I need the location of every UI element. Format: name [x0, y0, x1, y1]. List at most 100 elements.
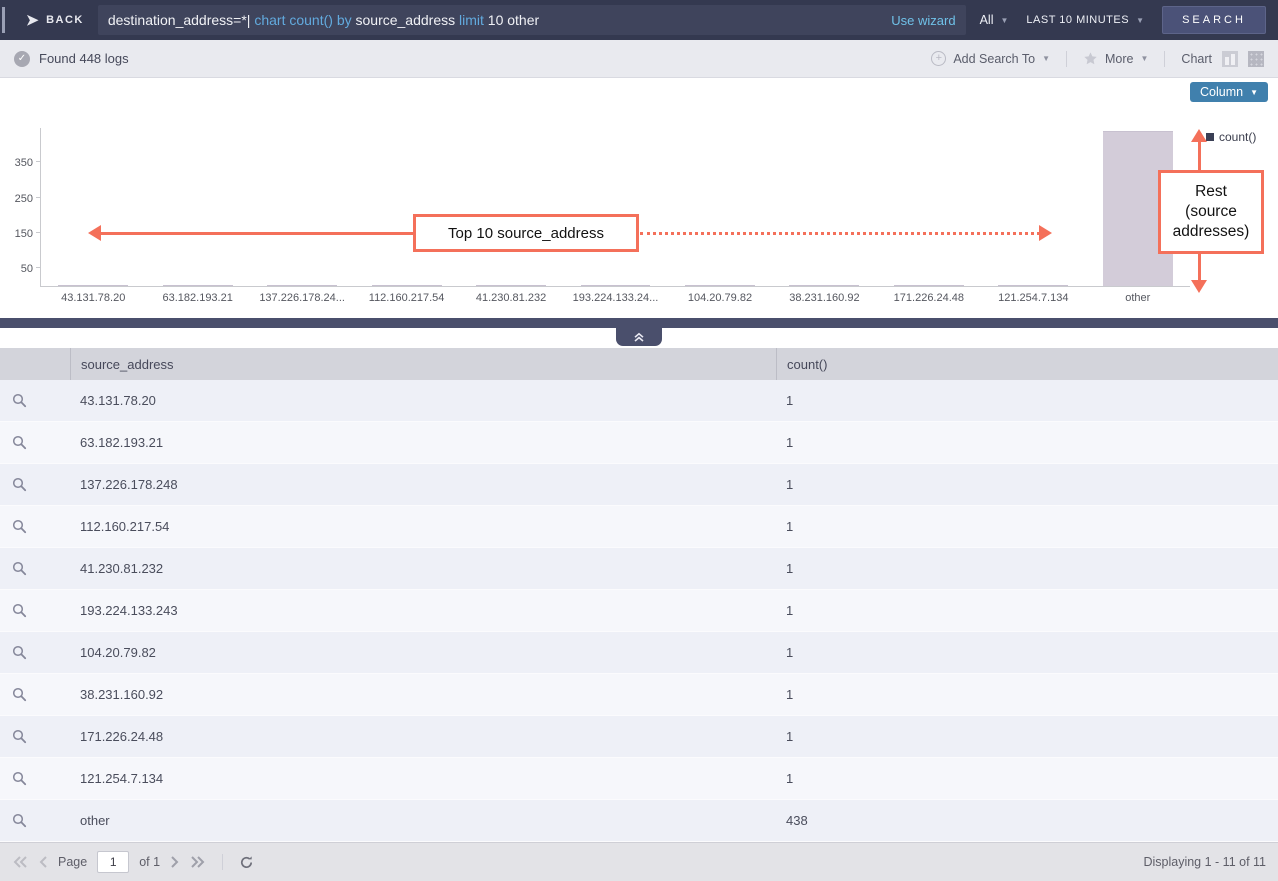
annotation-vline-up: [1198, 140, 1201, 170]
search-button[interactable]: SEARCH: [1162, 6, 1266, 34]
grid-view-icon[interactable]: [1248, 51, 1264, 67]
bar-112.160.217.54[interactable]: [372, 285, 442, 286]
row-search-icon[interactable]: [0, 519, 70, 534]
annotation-rest-label: Rest (source addresses): [1173, 182, 1250, 242]
chart-slot: 43.131.78.20: [41, 128, 145, 286]
divider: [1164, 51, 1165, 67]
chart-type-dropdown[interactable]: Column ▼: [1190, 82, 1268, 102]
add-search-to-dropdown[interactable]: + Add Search To ▼: [931, 51, 1050, 66]
of-pages-label: of 1: [139, 855, 160, 869]
double-chevron-up-icon: [633, 332, 645, 342]
cell-count: 1: [776, 477, 1278, 492]
row-search-icon[interactable]: [0, 729, 70, 744]
status-bar: ✓ Found 448 logs + Add Search To ▼ More …: [0, 40, 1278, 78]
time-range-label: LAST 10 MINUTES: [1026, 14, 1129, 26]
row-search-icon[interactable]: [0, 687, 70, 702]
cell-count: 1: [776, 771, 1278, 786]
cell-count: 1: [776, 393, 1278, 408]
row-search-icon[interactable]: [0, 603, 70, 618]
last-page-button[interactable]: [190, 855, 206, 869]
arrowhead-down-icon: [1191, 280, 1207, 293]
y-tick-label: 150: [1, 228, 33, 240]
bar-121.254.7.134[interactable]: [998, 285, 1068, 286]
row-search-icon[interactable]: [0, 771, 70, 786]
chart-slot: 137.226.178.24...: [250, 128, 354, 286]
bar-137.226.178.248[interactable]: [267, 285, 337, 286]
search-input[interactable]: destination_address=*| chart count() by …: [98, 5, 966, 35]
cell-count: 1: [776, 435, 1278, 450]
bar-41.230.81.232[interactable]: [476, 285, 546, 286]
chart-slot: 104.20.79.82: [668, 128, 772, 286]
table-row: 193.224.133.2431: [0, 590, 1278, 632]
bar-104.20.79.82[interactable]: [685, 285, 755, 286]
chart-slot: 63.182.193.21: [145, 128, 249, 286]
cell-source-address: 112.160.217.54: [70, 519, 776, 534]
collapse-chart-button[interactable]: [616, 328, 662, 346]
bar-43.131.78.20[interactable]: [58, 285, 128, 286]
bar-193.224.133.243[interactable]: [581, 285, 651, 286]
cell-source-address: 137.226.178.248: [70, 477, 776, 492]
row-search-icon[interactable]: [0, 477, 70, 492]
table-row: 43.131.78.201: [0, 380, 1278, 422]
cell-count: 1: [776, 561, 1278, 576]
check-icon: ✓: [14, 51, 30, 67]
cell-source-address: 104.20.79.82: [70, 645, 776, 660]
more-dropdown[interactable]: More ▼: [1083, 51, 1148, 66]
back-button[interactable]: ➤︎ BACK: [0, 13, 98, 28]
scope-dropdown[interactable]: All ▼: [980, 13, 1009, 27]
bar-38.231.160.92[interactable]: [789, 285, 859, 286]
scope-label: All: [980, 13, 994, 27]
first-page-button[interactable]: [12, 855, 28, 869]
cell-count: 438: [776, 813, 1278, 828]
table-row: 63.182.193.211: [0, 422, 1278, 464]
cell-count: 1: [776, 729, 1278, 744]
bar-chart: 50150250350 43.131.78.2063.182.193.21137…: [40, 128, 1190, 287]
header-source-address[interactable]: source_address: [70, 348, 776, 380]
divider: [222, 854, 223, 870]
displaying-label: Displaying 1 - 11 of 11: [1143, 855, 1266, 869]
page-number-input[interactable]: [97, 851, 129, 873]
row-search-icon[interactable]: [0, 561, 70, 576]
use-wizard-link[interactable]: Use wizard: [891, 13, 955, 28]
row-search-icon[interactable]: [0, 393, 70, 408]
chart-legend: count(): [1206, 130, 1256, 144]
row-search-icon[interactable]: [0, 813, 70, 828]
annotation-rest-box: Rest (source addresses): [1158, 170, 1264, 254]
back-arrow-icon: ➤︎: [26, 13, 40, 28]
chevron-down-icon: ▼: [1141, 54, 1149, 63]
chart-view-icon[interactable]: [1222, 51, 1238, 67]
next-page-button[interactable]: [170, 855, 180, 869]
arrowhead-right-icon: [1039, 225, 1052, 241]
divider-bar[interactable]: [0, 318, 1278, 328]
chart-slot: 38.231.160.92: [772, 128, 876, 286]
back-label: BACK: [46, 14, 84, 26]
search-query[interactable]: destination_address=*| chart count() by …: [108, 12, 881, 28]
cell-count: 1: [776, 519, 1278, 534]
table-body: 43.131.78.20163.182.193.211 137.226.178.2…: [0, 380, 1278, 842]
chevron-down-icon: ▼: [1000, 16, 1008, 25]
query-token: limit: [459, 12, 488, 28]
previous-page-button[interactable]: [38, 855, 48, 869]
table-row: 121.254.7.1341: [0, 758, 1278, 800]
left-accent-bar: [2, 7, 5, 33]
header-count[interactable]: count(): [776, 348, 1278, 380]
y-tick-label: 50: [1, 263, 33, 275]
arrowhead-left-icon: [88, 225, 101, 241]
chart-slot: 41.230.81.232: [459, 128, 563, 286]
bar-63.182.193.21[interactable]: [163, 285, 233, 286]
annotation-arrow-line-dotted: [640, 232, 1040, 235]
bar-171.226.24.48[interactable]: [894, 285, 964, 286]
annotation-top10-box: Top 10 source_address: [413, 214, 639, 252]
time-range-dropdown[interactable]: LAST 10 MINUTES ▼: [1026, 14, 1144, 26]
refresh-button[interactable]: [239, 855, 254, 870]
query-token: 10 other: [488, 12, 539, 28]
x-tick-label: other: [1075, 292, 1200, 304]
cell-source-address: other: [70, 813, 776, 828]
legend-label: count(): [1219, 130, 1256, 144]
panel-divider: [0, 318, 1278, 348]
cell-source-address: 121.254.7.134: [70, 771, 776, 786]
row-search-icon[interactable]: [0, 645, 70, 660]
row-search-icon[interactable]: [0, 435, 70, 450]
query-token: by: [337, 12, 356, 28]
cell-source-address: 193.224.133.243: [70, 603, 776, 618]
